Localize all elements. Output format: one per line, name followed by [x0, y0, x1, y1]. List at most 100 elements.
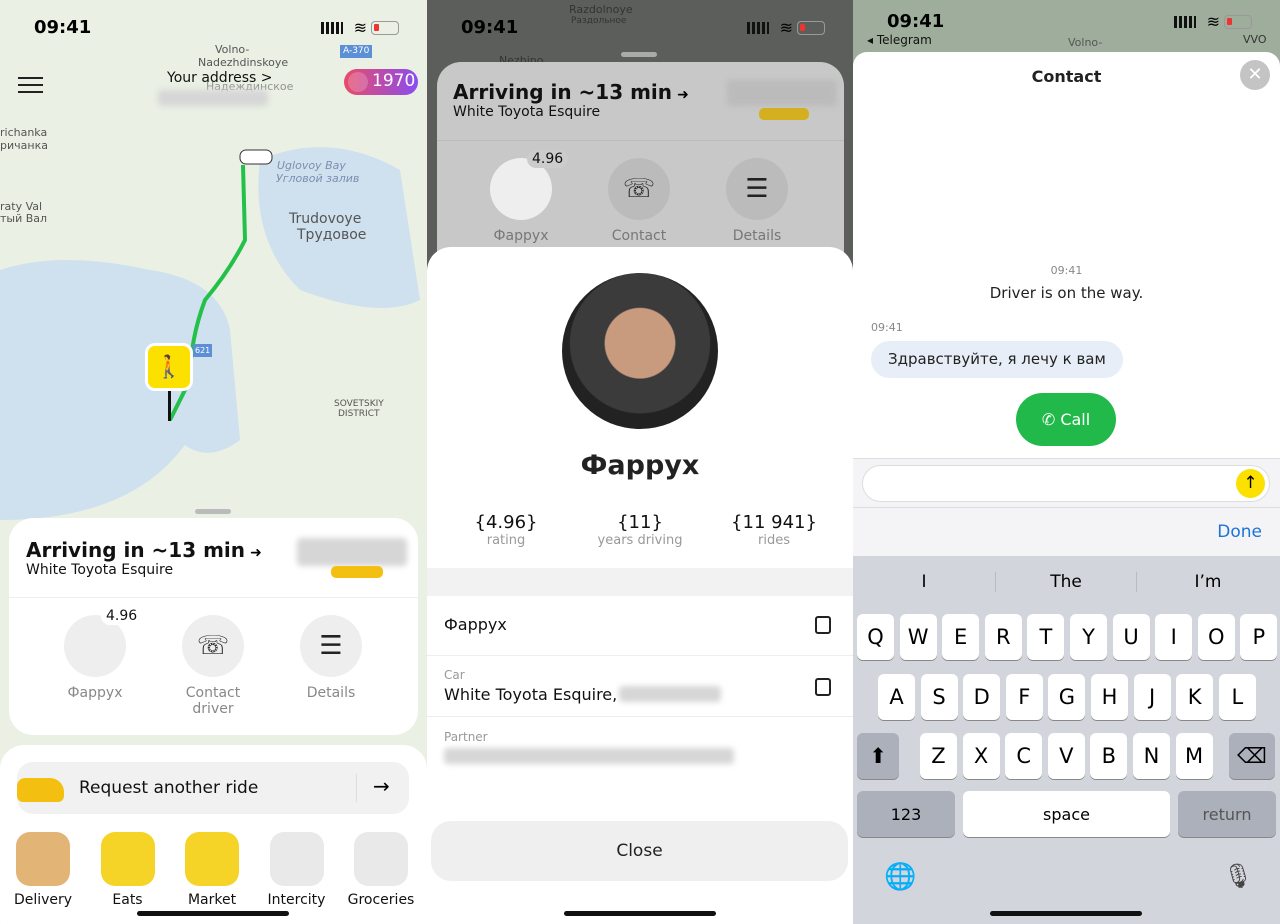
request-another-ride-button[interactable]: Request another ride →: [17, 762, 409, 814]
globe-icon[interactable]: 🌐: [884, 862, 916, 892]
chevron-right-icon: ➜: [250, 545, 262, 561]
taxi-icon: [17, 778, 64, 802]
service-icon: [269, 832, 324, 886]
pin-stem: [168, 391, 171, 421]
suggestion[interactable]: The: [995, 572, 1137, 592]
key-a[interactable]: A: [878, 674, 915, 720]
status-bar: 09:41 ≋: [0, 14, 427, 44]
your-address-link[interactable]: Your address >: [167, 70, 273, 86]
space-key[interactable]: space: [963, 791, 1170, 837]
key-s[interactable]: S: [920, 674, 958, 720]
car-image: [759, 108, 809, 120]
backspace-key[interactable]: ⌫: [1229, 733, 1275, 779]
wifi-icon: ≋: [353, 18, 367, 37]
menu-button[interactable]: [18, 77, 43, 93]
stat-rides: {11 941} rides: [731, 512, 817, 548]
driver-name: Фаррух: [580, 450, 700, 481]
key-n[interactable]: N: [1133, 733, 1170, 779]
sheet-handle[interactable]: [621, 52, 657, 57]
key-e[interactable]: E: [942, 614, 980, 660]
key-w[interactable]: W: [899, 614, 937, 660]
plate-redacted: [727, 80, 837, 106]
copy-icon[interactable]: [815, 616, 831, 634]
key-u[interactable]: U: [1112, 614, 1150, 660]
contact-screen: 09:41 ≋ ◂ Telegram Volno- VVO Contact ✕ …: [853, 0, 1280, 924]
key-y[interactable]: Y: [1070, 614, 1107, 660]
key-i[interactable]: I: [1155, 614, 1193, 660]
close-button[interactable]: Close: [431, 821, 848, 881]
copy-icon[interactable]: [815, 678, 831, 696]
phone-icon: ✆: [1041, 410, 1056, 429]
chat-phone-icon: ☏: [608, 158, 670, 220]
home-indicator: [137, 911, 289, 916]
close-icon[interactable]: ✕: [1240, 60, 1270, 90]
key-r[interactable]: R: [984, 614, 1022, 660]
arrow-right-icon: →: [373, 774, 390, 798]
sheet-title: Contact: [1031, 67, 1102, 86]
service-delivery[interactable]: Delivery: [8, 832, 78, 908]
driver-button[interactable]: Фаррух 4.96: [45, 607, 145, 701]
key-p[interactable]: P: [1240, 614, 1278, 660]
ride-status[interactable]: Arriving in ~13 min ➜: [26, 538, 262, 562]
key-b[interactable]: B: [1090, 733, 1128, 779]
car-row: Car White Toyota Esquire,: [427, 656, 853, 717]
numbers-key[interactable]: 123: [857, 791, 955, 837]
service-intercity[interactable]: Intercity: [262, 832, 332, 908]
microphone-icon[interactable]: 🎙: [1223, 862, 1253, 890]
key-h[interactable]: H: [1091, 674, 1128, 720]
send-arrow-icon[interactable]: ↑: [1236, 469, 1265, 498]
plate-redacted: [297, 538, 407, 566]
key-x[interactable]: X: [962, 733, 1000, 779]
keyboard: I The I’m ⬆ ⌫ 123 space return 🌐 🎙 QWERT…: [853, 556, 1280, 924]
done-button[interactable]: Done: [1217, 522, 1262, 542]
name-row: Фаррух: [427, 596, 853, 656]
car-image: [331, 566, 383, 578]
service-market[interactable]: Market: [177, 832, 247, 908]
key-v[interactable]: V: [1047, 733, 1085, 779]
chevron-right-icon: ➜: [677, 87, 689, 103]
key-c[interactable]: C: [1005, 733, 1043, 779]
message-input[interactable]: [862, 465, 1270, 502]
key-o[interactable]: O: [1197, 614, 1235, 660]
service-icon: [354, 832, 408, 886]
sheet-handle[interactable]: [195, 509, 231, 514]
back-to-telegram[interactable]: ◂ Telegram: [867, 33, 932, 47]
details-button[interactable]: ☰ Details: [281, 615, 381, 701]
service-eats[interactable]: Eats: [93, 832, 163, 908]
system-message: Driver is on the way.: [989, 284, 1144, 302]
home-indicator: [990, 911, 1142, 916]
wifi-icon: ≋: [779, 18, 793, 37]
key-g[interactable]: G: [1048, 674, 1086, 720]
key-t[interactable]: T: [1027, 614, 1065, 660]
stat-rating: {4.96} rating: [474, 512, 538, 548]
return-key[interactable]: return: [1178, 791, 1276, 837]
key-z[interactable]: Z: [920, 733, 957, 779]
key-j[interactable]: J: [1133, 674, 1171, 720]
call-button[interactable]: ✆ Call: [1016, 393, 1116, 446]
key-f[interactable]: F: [1005, 674, 1043, 720]
signal-icon: [321, 22, 343, 34]
shift-key[interactable]: ⬆: [857, 733, 899, 779]
menu-icon: ☰: [726, 158, 788, 220]
message-bubble: Здравствуйте, я лечу к вам: [871, 341, 1123, 378]
contact-button[interactable]: ☏ Contact: [589, 158, 689, 244]
contact-driver-button[interactable]: ☏ Contact driver: [163, 615, 263, 717]
service-icon: [16, 832, 70, 886]
suggestion[interactable]: I: [853, 572, 995, 592]
key-m[interactable]: M: [1175, 733, 1213, 779]
signal-icon: [1174, 16, 1196, 28]
key-k[interactable]: K: [1176, 674, 1214, 720]
key-q[interactable]: Q: [857, 614, 894, 660]
partner-redacted: [444, 748, 734, 764]
partner-row: Partner: [427, 717, 853, 779]
key-l[interactable]: L: [1218, 674, 1256, 720]
service-groceries[interactable]: Groceries: [346, 832, 416, 908]
rating-badge: 4.96: [101, 607, 143, 625]
suggestion[interactable]: I’m: [1137, 572, 1279, 592]
driver-button[interactable]: Фаррух 4.96: [471, 150, 571, 244]
plus-points-badge[interactable]: 1970: [344, 69, 418, 95]
details-button[interactable]: ☰ Details: [707, 158, 807, 244]
driver-photo: [562, 273, 718, 429]
service-icon: [185, 832, 239, 886]
key-d[interactable]: D: [963, 674, 1001, 720]
